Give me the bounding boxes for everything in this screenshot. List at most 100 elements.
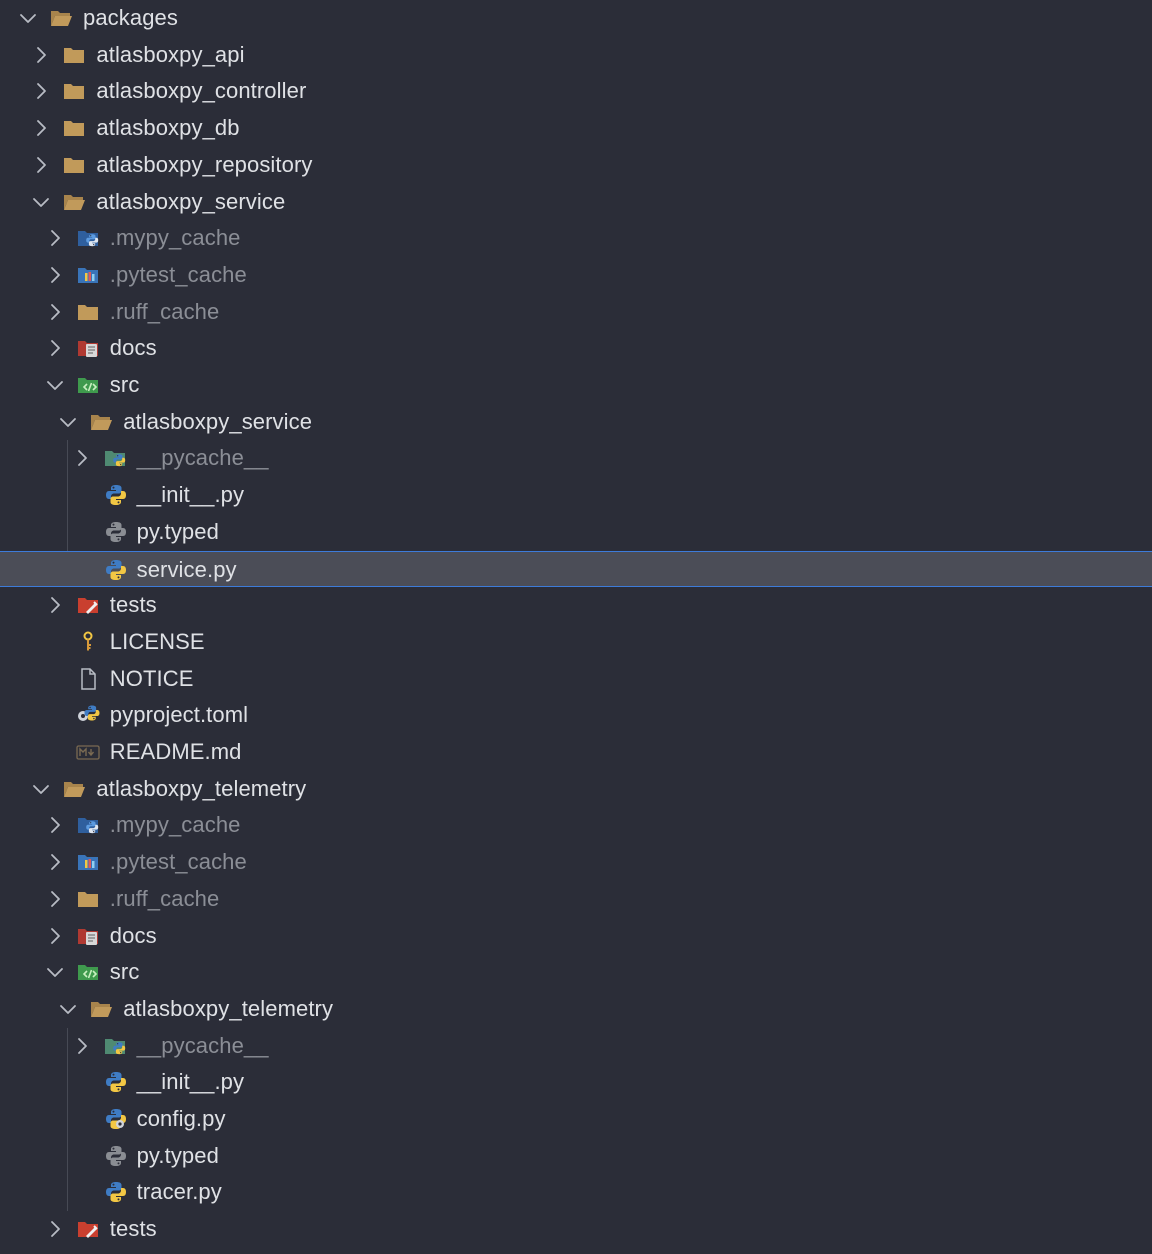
file-row[interactable]: NOTICE <box>0 661 1152 698</box>
folder-icon <box>61 79 87 103</box>
folder-row[interactable]: src <box>0 367 1152 404</box>
folder-open-icon <box>48 6 74 30</box>
folder-row[interactable]: atlasboxpy_service <box>0 184 1152 221</box>
chevron-right-icon[interactable] <box>45 265 65 285</box>
file-row[interactable]: service.py <box>0 550 1152 588</box>
folder-row[interactable]: .mypy_cache <box>0 220 1152 257</box>
folder-row[interactable]: .ruff_cache <box>0 294 1152 331</box>
folder-row[interactable]: docs <box>0 330 1152 367</box>
folder-row[interactable]: tests <box>0 587 1152 624</box>
file-label: service.py <box>136 556 237 582</box>
file-row[interactable]: LICENSE <box>0 624 1152 661</box>
folder-label: src <box>109 959 140 985</box>
folder-row[interactable]: atlasboxpy_service <box>0 404 1152 441</box>
chevron-down-icon[interactable] <box>45 962 65 982</box>
chevron-right-icon[interactable] <box>45 926 65 946</box>
tests-folder-icon <box>75 1217 101 1241</box>
folder-label: atlasboxpy_telemetry <box>96 775 307 801</box>
file-row[interactable]: pyproject.toml <box>0 697 1152 734</box>
folder-row[interactable]: atlasboxpy_telemetry <box>0 771 1152 808</box>
folder-row[interactable]: docs <box>0 918 1152 955</box>
folder-row[interactable]: .ruff_cache <box>0 881 1152 918</box>
folder-icon <box>75 887 101 911</box>
project-tree: packages atlasboxpy_api atlasboxpy_control… <box>0 0 1152 1254</box>
chevron-right-icon[interactable] <box>45 338 65 358</box>
folder-row[interactable]: atlasboxpy_repository <box>0 147 1152 184</box>
chevron-right-icon[interactable] <box>45 228 65 248</box>
folder-label: atlasboxpy_telemetry <box>123 995 334 1021</box>
chevron-down-icon[interactable] <box>31 192 51 212</box>
folder-label: .mypy_cache <box>109 225 241 251</box>
chevron-right-icon[interactable] <box>45 852 65 872</box>
folder-row[interactable]: __pycache__ <box>0 1028 1152 1065</box>
file-row[interactable]: py.typed <box>0 514 1152 551</box>
file-label: pyproject.toml <box>109 702 249 728</box>
folder-row[interactable]: .pytest_cache <box>0 257 1152 294</box>
folder-label: src <box>109 372 140 397</box>
file-label: __init__.py <box>136 1069 245 1095</box>
chevron-right-icon[interactable] <box>45 1219 65 1239</box>
python-file-icon <box>102 558 128 582</box>
folder-row[interactable]: .pytest_cache <box>0 844 1152 881</box>
pytest-folder-icon <box>75 263 101 287</box>
folder-row[interactable]: atlasboxpy_controller <box>0 73 1152 110</box>
folder-label: .pytest_cache <box>109 849 247 875</box>
python-file-icon <box>102 1070 128 1094</box>
folder-row[interactable]: atlasboxpy_telemetry <box>0 991 1152 1028</box>
folder-row[interactable]: __pycache__ <box>0 440 1152 477</box>
chevron-right-icon[interactable] <box>31 155 51 175</box>
folder-label: docs <box>109 922 157 948</box>
file-row[interactable]: py.typed <box>0 1138 1152 1175</box>
chevron-right-icon[interactable] <box>45 302 65 322</box>
chevron-down-icon[interactable] <box>45 375 65 395</box>
docs-folder-icon <box>75 336 101 360</box>
chevron-right-icon[interactable] <box>31 81 51 101</box>
file-label: py.typed <box>136 518 219 544</box>
chevron-down-icon[interactable] <box>58 412 78 432</box>
folder-open-icon <box>61 777 87 801</box>
folder-row[interactable]: atlasboxpy_db <box>0 110 1152 147</box>
folder-label: .ruff_cache <box>109 298 220 324</box>
python-config-icon <box>102 1107 128 1131</box>
pycache-folder-icon <box>102 1034 128 1058</box>
chevron-down-icon[interactable] <box>31 779 51 799</box>
file-row[interactable]: tracer.py <box>0 1174 1152 1211</box>
folder-label: atlasboxpy_service <box>96 188 286 214</box>
mypy-folder-icon <box>75 226 101 250</box>
folder-label: docs <box>109 335 157 361</box>
file-label: LICENSE <box>109 628 205 654</box>
chevron-right-icon[interactable] <box>45 889 65 909</box>
folder-row[interactable]: packages <box>0 0 1152 37</box>
chevron-right-icon[interactable] <box>45 595 65 615</box>
folder-label: atlasboxpy_api <box>96 41 245 67</box>
docs-folder-icon <box>75 924 101 948</box>
mypy-folder-icon <box>75 813 101 837</box>
file-row[interactable]: README.md <box>0 734 1152 771</box>
chevron-right-icon[interactable] <box>31 45 51 65</box>
pyproject-icon <box>75 703 101 727</box>
chevron-right-icon[interactable] <box>72 1036 92 1056</box>
chevron-down-icon[interactable] <box>58 999 78 1019</box>
python-typed-icon <box>102 520 128 544</box>
folder-row[interactable]: atlasboxpy_api <box>0 37 1152 74</box>
folder-label: tests <box>109 592 157 618</box>
python-file-icon <box>102 483 128 507</box>
chevron-right-icon[interactable] <box>45 815 65 835</box>
folder-open-icon <box>88 997 114 1021</box>
chevron-right-icon[interactable] <box>72 448 92 468</box>
folder-label: __pycache__ <box>136 445 269 471</box>
file-row[interactable]: __init__.py <box>0 477 1152 514</box>
folder-row[interactable]: .mypy_cache <box>0 807 1152 844</box>
file-row[interactable]: __init__.py <box>0 1064 1152 1101</box>
folder-row[interactable]: tests <box>0 1211 1152 1248</box>
chevron-down-icon[interactable] <box>18 8 38 28</box>
folder-label: tests <box>109 1216 157 1242</box>
file-row[interactable]: config.py <box>0 1101 1152 1138</box>
file-icon <box>75 667 101 691</box>
chevron-right-icon[interactable] <box>31 118 51 138</box>
folder-row[interactable]: src <box>0 954 1152 991</box>
pycache-folder-icon <box>102 446 128 470</box>
folder-label: atlasboxpy_db <box>96 115 240 141</box>
python-typed-icon <box>102 1144 128 1168</box>
src-folder-icon <box>75 960 101 984</box>
